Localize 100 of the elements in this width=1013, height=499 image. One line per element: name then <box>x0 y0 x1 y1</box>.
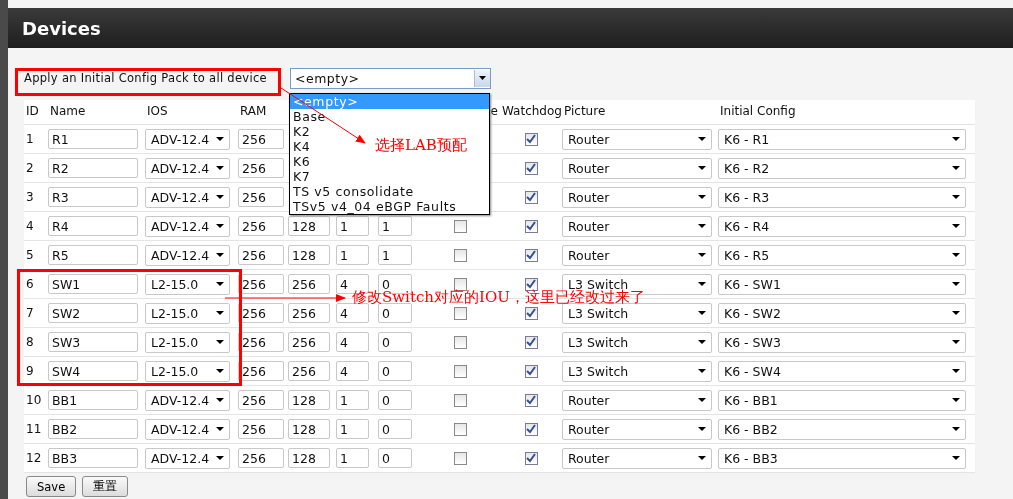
watchdog-checkbox[interactable] <box>524 277 538 291</box>
picture-select[interactable]: Router <box>562 447 712 469</box>
text-field[interactable]: 0 <box>378 448 412 468</box>
name-field[interactable]: R3 <box>48 187 138 207</box>
checkbox[interactable] <box>453 306 467 320</box>
text-field[interactable]: 1 <box>378 216 412 236</box>
text-field[interactable]: 0 <box>378 419 412 439</box>
watchdog-checkbox[interactable] <box>524 248 538 262</box>
text-field[interactable]: 1 <box>336 245 369 265</box>
ios-select[interactable]: ADV-12.4 <box>145 186 230 208</box>
ios-select[interactable]: L2-15.0 <box>145 273 230 295</box>
ios-select[interactable]: ADV-12.4 <box>145 389 230 411</box>
text-field[interactable]: 1 <box>336 419 369 439</box>
name-field[interactable]: R5 <box>48 245 138 265</box>
dropdown-option[interactable]: Base <box>290 109 329 124</box>
text-field[interactable]: 128 <box>288 419 330 439</box>
ram-field[interactable]: 256 <box>238 245 284 265</box>
text-field[interactable]: 128 <box>288 448 330 468</box>
text-field[interactable]: 128 <box>288 390 330 410</box>
text-field[interactable]: 0 <box>378 390 412 410</box>
checkbox[interactable] <box>453 248 467 262</box>
name-field[interactable]: R1 <box>48 129 138 149</box>
text-field[interactable]: 4 <box>336 303 369 323</box>
text-field[interactable]: 0 <box>378 303 412 323</box>
text-field[interactable]: 4 <box>336 332 369 352</box>
text-field[interactable]: 4 <box>336 361 369 381</box>
checkbox[interactable] <box>453 364 467 378</box>
ram-field[interactable]: 256 <box>238 274 284 294</box>
watchdog-checkbox[interactable] <box>524 335 538 349</box>
name-field[interactable]: SW4 <box>48 361 138 381</box>
initial-config-select[interactable]: K6 - BB2 <box>718 418 966 440</box>
name-field[interactable]: SW1 <box>48 274 138 294</box>
ram-field[interactable]: 256 <box>238 448 284 468</box>
ios-select[interactable]: ADV-12.4 <box>145 215 230 237</box>
text-field[interactable]: 0 <box>378 332 412 352</box>
checkbox[interactable] <box>453 219 467 233</box>
dropdown-option[interactable]: K6 <box>290 154 314 169</box>
text-field[interactable]: 256 <box>288 303 330 323</box>
watchdog-checkbox[interactable] <box>524 161 538 175</box>
text-field[interactable]: 0 <box>378 361 412 381</box>
ram-field[interactable]: 256 <box>238 419 284 439</box>
picture-select[interactable]: Router <box>562 215 712 237</box>
text-field[interactable]: 256 <box>288 361 330 381</box>
checkbox[interactable] <box>453 335 467 349</box>
form-button[interactable]: Save <box>26 476 77 497</box>
initial-config-select[interactable]: K6 - R4 <box>718 215 966 237</box>
picture-select[interactable]: Router <box>562 186 712 208</box>
picture-select[interactable]: Router <box>562 157 712 179</box>
watchdog-checkbox[interactable] <box>524 364 538 378</box>
checkbox[interactable] <box>453 451 467 465</box>
ios-select[interactable]: L2-15.0 <box>145 331 230 353</box>
initial-config-select[interactable]: K6 - SW4 <box>718 360 966 382</box>
dropdown-option[interactable]: K4 <box>290 139 314 154</box>
watchdog-checkbox[interactable] <box>524 422 538 436</box>
ram-field[interactable]: 256 <box>238 158 284 178</box>
config-pack-select[interactable]: <empty> <box>290 67 491 89</box>
text-field[interactable]: 256 <box>288 274 330 294</box>
text-field[interactable]: 1 <box>336 216 369 236</box>
watchdog-checkbox[interactable] <box>524 219 538 233</box>
ios-select[interactable]: ADV-12.4 <box>145 157 230 179</box>
watchdog-checkbox[interactable] <box>524 190 538 204</box>
ram-field[interactable]: 256 <box>238 361 284 381</box>
dropdown-option[interactable]: K2 <box>290 124 314 139</box>
name-field[interactable]: BB1 <box>48 390 138 410</box>
ios-select[interactable]: ADV-12.4 <box>145 128 230 150</box>
initial-config-select[interactable]: K6 - R2 <box>718 157 966 179</box>
initial-config-select[interactable]: K6 - R1 <box>718 128 966 150</box>
name-field[interactable]: R4 <box>48 216 138 236</box>
text-field[interactable]: 128 <box>288 216 330 236</box>
ram-field[interactable]: 256 <box>238 390 284 410</box>
ram-field[interactable]: 256 <box>238 216 284 236</box>
checkbox[interactable] <box>453 277 467 291</box>
ios-select[interactable]: L2-15.0 <box>145 360 230 382</box>
text-field[interactable]: 1 <box>336 390 369 410</box>
picture-select[interactable]: L3 Switch <box>562 360 712 382</box>
name-field[interactable]: BB2 <box>48 419 138 439</box>
ram-field[interactable]: 256 <box>238 303 284 323</box>
checkbox[interactable] <box>453 393 467 407</box>
dropdown-option[interactable]: TSv5 v4_04 eBGP Faults <box>290 199 460 214</box>
text-field[interactable]: 1 <box>378 245 412 265</box>
name-field[interactable]: SW3 <box>48 332 138 352</box>
picture-select[interactable]: Router <box>562 418 712 440</box>
ios-select[interactable]: ADV-12.4 <box>145 244 230 266</box>
text-field[interactable]: 256 <box>288 332 330 352</box>
watchdog-checkbox[interactable] <box>524 132 538 146</box>
picture-select[interactable]: Router <box>562 244 712 266</box>
picture-select[interactable]: L3 Switch <box>562 331 712 353</box>
ram-field[interactable]: 256 <box>238 129 284 149</box>
text-field[interactable]: 1 <box>336 448 369 468</box>
ram-field[interactable]: 256 <box>238 332 284 352</box>
picture-select[interactable]: Router <box>562 389 712 411</box>
initial-config-select[interactable]: K6 - R3 <box>718 186 966 208</box>
ios-select[interactable]: ADV-12.4 <box>145 418 230 440</box>
initial-config-select[interactable]: K6 - SW1 <box>718 273 966 295</box>
picture-select[interactable]: Router <box>562 128 712 150</box>
name-field[interactable]: SW2 <box>48 303 138 323</box>
checkbox[interactable] <box>453 422 467 436</box>
ios-select[interactable]: L2-15.0 <box>145 302 230 324</box>
watchdog-checkbox[interactable] <box>524 306 538 320</box>
watchdog-checkbox[interactable] <box>524 451 538 465</box>
